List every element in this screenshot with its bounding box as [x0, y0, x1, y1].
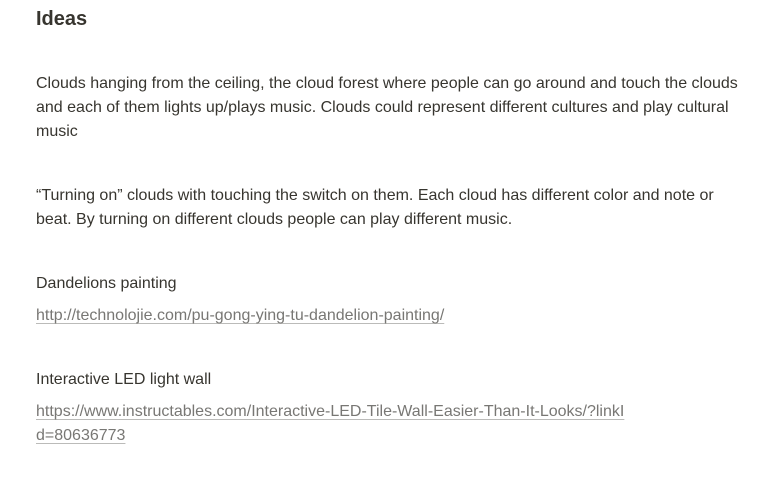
note-page: Ideas Clouds hanging from the ceiling, t… [0, 0, 783, 488]
led-wall-link[interactable]: https://www.instructables.com/Interactiv… [36, 403, 624, 444]
paragraph-dandelions: Dandelions painting [36, 275, 177, 292]
paragraph-led-wall: Interactive LED light wall [36, 371, 212, 388]
paragraph-turning-on: “Turning on” clouds with touching the sw… [36, 187, 714, 228]
paragraph-clouds-ceiling: Clouds hanging from the ceiling, the clo… [36, 75, 738, 140]
page-title: Ideas [36, 8, 88, 30]
dandelion-link-container: http://technolojie.com/pu-gong-ying-tu-d… [36, 304, 656, 328]
dandelion-painting-link[interactable]: http://technolojie.com/pu-gong-ying-tu-d… [36, 307, 444, 324]
led-link-container: https://www.instructables.com/Interactiv… [36, 400, 626, 448]
